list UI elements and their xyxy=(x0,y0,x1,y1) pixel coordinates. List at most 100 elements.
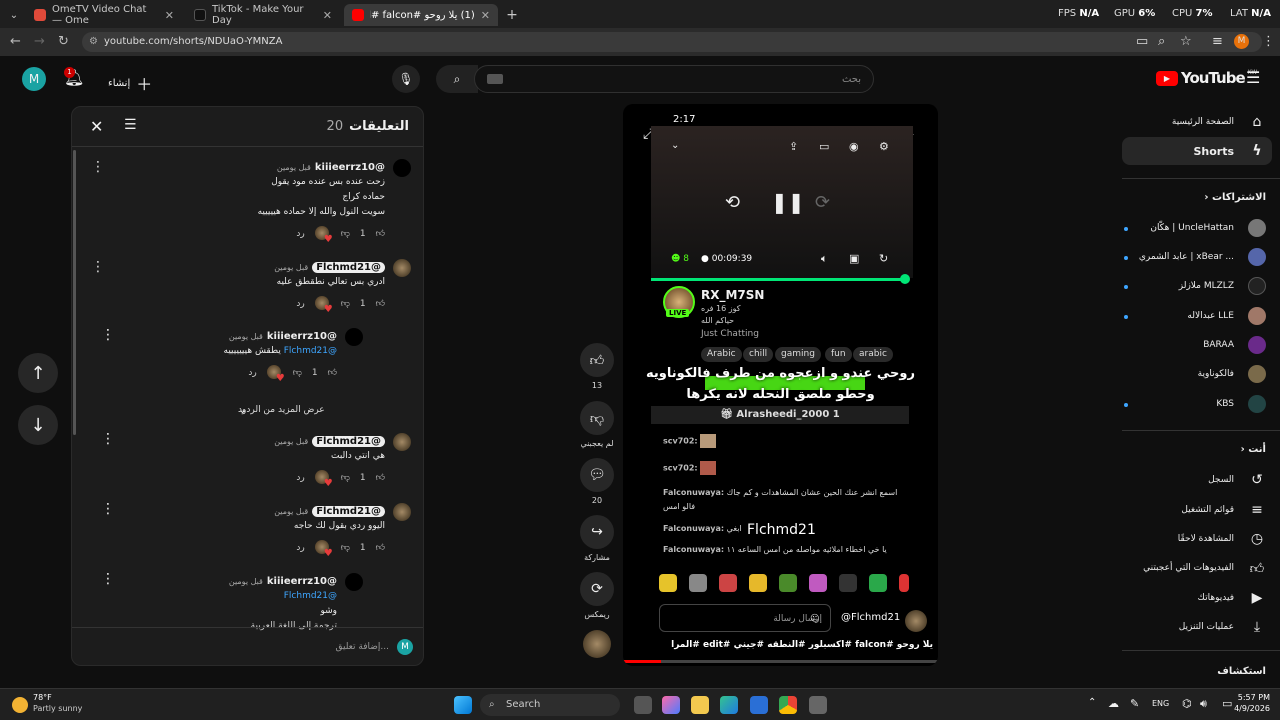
reply-button[interactable]: رد xyxy=(248,368,256,378)
next-short-button[interactable]: ↓ xyxy=(18,405,58,445)
share-icon[interactable]: ⇪ xyxy=(789,140,798,153)
site-info-icon[interactable]: ⚙ xyxy=(89,32,98,52)
commenter-avatar[interactable] xyxy=(393,503,411,521)
comments-scrollbar[interactable] xyxy=(73,150,76,435)
like-icon[interactable]: 👍︎ xyxy=(328,368,337,378)
dislike-icon[interactable]: 👎︎ xyxy=(341,473,350,483)
chevron-down-icon[interactable]: ⌄ xyxy=(238,403,247,416)
video-progress-bar[interactable] xyxy=(623,660,938,663)
dislike-icon[interactable]: 👎︎ xyxy=(293,368,302,378)
show-hidden-icons[interactable]: ⌃ xyxy=(1088,697,1096,708)
commenter-avatar[interactable] xyxy=(345,328,363,346)
emote-icon[interactable] xyxy=(809,574,827,592)
reply-button[interactable]: رد xyxy=(296,473,304,483)
channel-handle[interactable]: @Flchmd21 xyxy=(841,612,900,623)
you-heading[interactable]: أنت ‹ xyxy=(1241,444,1266,455)
sidebar-item-downloads[interactable]: عمليات التنزيل ⤓ xyxy=(1122,613,1272,641)
language-indicator[interactable]: ENG xyxy=(1152,699,1169,708)
comment-menu-icon[interactable]: ⋮ xyxy=(91,159,105,175)
edge-icon[interactable] xyxy=(720,696,738,714)
dislike-icon[interactable]: 👎︎ xyxy=(341,229,350,239)
youtube-logo[interactable]: ▶ YouTube KW xyxy=(1156,69,1257,87)
sidebar-item-watch-later[interactable]: المشاهدة لاحقًا ◷ xyxy=(1122,525,1272,553)
comment-username[interactable]: @kiiieerrz10 xyxy=(267,331,337,342)
reply-button[interactable]: رد xyxy=(296,229,304,239)
close-tab-icon[interactable]: ✕ xyxy=(323,9,332,22)
weather-temp[interactable]: 78°F xyxy=(33,693,52,702)
dislike-button[interactable]: 👎︎ لم يعجبني xyxy=(580,401,614,448)
new-tab-button[interactable]: + xyxy=(502,4,522,26)
forward-icon[interactable]: ⟳ xyxy=(815,192,830,213)
reading-list-icon[interactable]: ≡ xyxy=(1212,34,1223,49)
chat-message-input[interactable]: إرسال رسالة ☺ xyxy=(659,604,831,632)
sidebar-item-history[interactable]: السجل ↺ xyxy=(1122,466,1272,494)
windows-start-icon[interactable] xyxy=(454,696,472,714)
reload-icon[interactable]: ↻ xyxy=(58,34,69,49)
add-comment-placeholder[interactable]: إضافة تعليق... xyxy=(335,642,389,652)
comment-username[interactable]: @Flchmd21 xyxy=(312,506,385,517)
store-icon[interactable] xyxy=(750,696,768,714)
like-icon[interactable]: 👍︎ xyxy=(376,473,385,483)
sidebar-item-liked[interactable]: الفيديوهات التي أعجبتني 👍︎ xyxy=(1122,554,1272,582)
speaker-icon[interactable]: 🔊︎ xyxy=(1200,697,1207,711)
video-title[interactable]: يلا روحو #falcon #اكسبلور #النطقه #جيني … xyxy=(671,640,933,650)
emote-icon[interactable] xyxy=(839,574,857,592)
comment-menu-icon[interactable]: ⋮ xyxy=(101,571,115,587)
forward-icon[interactable]: → xyxy=(34,34,45,49)
comment-menu-icon[interactable]: ⋮ xyxy=(101,327,115,343)
pen-icon[interactable]: ✎ xyxy=(1130,697,1139,710)
tab-youtube[interactable]: (1) يلا روحو #falcon #اكسبلور ✕ xyxy=(344,4,498,26)
audio-source-avatar[interactable] xyxy=(583,630,611,658)
emote-icon[interactable] xyxy=(779,574,797,592)
url-field[interactable]: ⚙ youtube.com/shorts/NDUaO-YMNZA xyxy=(82,32,1262,52)
subscriptions-heading[interactable]: الاشتراكات ‹ xyxy=(1204,192,1266,203)
comment-menu-icon[interactable]: ⋮ xyxy=(101,431,115,447)
commenter-avatar[interactable] xyxy=(393,259,411,277)
subscription-item[interactable]: KBS xyxy=(1122,390,1272,418)
sidebar-item-home[interactable]: الصفحة الرئيسية ⌂ xyxy=(1122,108,1272,136)
sidebar-item-your-videos[interactable]: فيديوهاتك ▶ xyxy=(1122,584,1272,612)
clock-date[interactable]: 4/9/2026 xyxy=(1214,704,1270,713)
commenter-avatar[interactable] xyxy=(393,159,411,177)
subscription-item[interactable]: BARAA xyxy=(1122,331,1272,359)
pause-icon[interactable]: ❚❚ xyxy=(771,190,805,214)
dislike-icon[interactable]: 👎︎ xyxy=(341,299,350,309)
close-tab-icon[interactable]: ✕ xyxy=(165,9,174,22)
channel-avatar[interactable] xyxy=(905,610,927,632)
taskbar-search[interactable]: ⌕ Search xyxy=(480,694,620,716)
chevron-down-icon[interactable]: ⌄ xyxy=(671,140,679,151)
add-comment-row[interactable]: إضافة تعليق... M xyxy=(72,627,423,665)
emote-icon[interactable] xyxy=(899,574,909,592)
pip-icon[interactable]: ▣ xyxy=(849,252,859,265)
like-icon[interactable]: 👍︎ xyxy=(376,299,385,309)
tab-tiktok[interactable]: TikTok - Make Your Day ✕ xyxy=(186,4,340,26)
comment-username[interactable]: @Flchmd21 xyxy=(312,436,385,447)
keyboard-icon[interactable] xyxy=(487,74,503,84)
mute-icon[interactable]: 🔈︎ xyxy=(821,252,828,266)
cast-icon[interactable]: ▭ xyxy=(819,140,829,153)
reply-button[interactable]: رد xyxy=(296,299,304,309)
stream-progress-handle[interactable] xyxy=(900,274,910,284)
search-input[interactable]: بحث xyxy=(474,65,874,93)
tab-list-button[interactable]: ⌄ xyxy=(4,4,24,26)
file-explorer-icon[interactable] xyxy=(691,696,709,714)
previous-short-button[interactable]: ↑ xyxy=(18,353,58,393)
more-menu-icon[interactable]: ⋮ xyxy=(1262,34,1275,49)
subscription-item[interactable]: عبدالاله LLE xyxy=(1122,302,1272,330)
app-icon[interactable] xyxy=(809,696,827,714)
zoom-icon[interactable]: ⌕ xyxy=(1158,34,1165,49)
close-icon[interactable]: ✕ xyxy=(90,117,103,136)
close-tab-icon[interactable]: ✕ xyxy=(481,9,490,22)
settings-gear-icon[interactable]: ⚙ xyxy=(879,140,889,153)
commenter-avatar[interactable] xyxy=(393,433,411,451)
subscription-item[interactable]: ملازلز MLZLZ xyxy=(1122,272,1272,300)
emoji-icon[interactable]: ☺ xyxy=(810,605,819,633)
wifi-icon[interactable]: ⌬ xyxy=(1182,697,1192,710)
clock-time[interactable]: 5:57 PM xyxy=(1222,693,1270,702)
stream-progress-bar[interactable] xyxy=(651,278,905,281)
cloud-icon[interactable]: ☁ xyxy=(1108,697,1119,710)
podcast-icon[interactable]: ◉ xyxy=(849,140,859,153)
comment-menu-icon[interactable]: ⋮ xyxy=(91,259,105,275)
tab-ometv[interactable]: OmeTV Video Chat — Ome ✕ xyxy=(26,4,182,26)
weather-sun-icon[interactable] xyxy=(12,697,28,713)
